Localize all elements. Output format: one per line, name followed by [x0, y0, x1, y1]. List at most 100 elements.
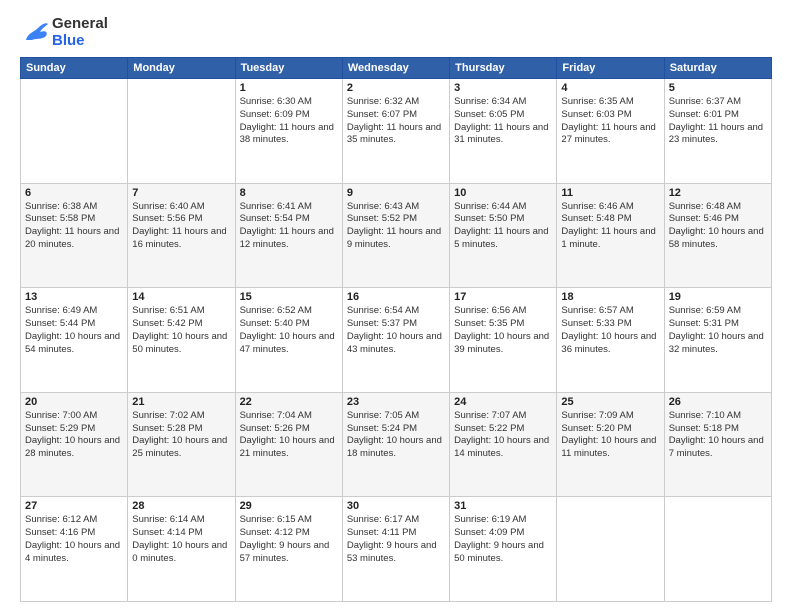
calendar-cell: 28 Sunrise: 6:14 AMSunset: 4:14 PMDayligh… [128, 497, 235, 602]
day-number: 12 [669, 187, 767, 199]
day-number: 2 [347, 82, 445, 94]
day-detail: Sunrise: 7:09 AMSunset: 5:20 PMDaylight:… [561, 410, 659, 461]
calendar-cell: 16 Sunrise: 6:54 AMSunset: 5:37 PMDayligh… [342, 288, 449, 393]
day-number: 21 [132, 396, 230, 408]
day-detail: Sunrise: 6:12 AMSunset: 4:16 PMDaylight:… [25, 514, 123, 565]
calendar-cell [664, 497, 771, 602]
calendar-day-header: Wednesday [342, 58, 449, 79]
day-detail: Sunrise: 6:48 AMSunset: 5:46 PMDaylight:… [669, 201, 767, 252]
day-number: 22 [240, 396, 338, 408]
calendar-cell: 9 Sunrise: 6:43 AMSunset: 5:52 PMDaylight… [342, 183, 449, 288]
calendar-day-header: Friday [557, 58, 664, 79]
calendar-cell: 29 Sunrise: 6:15 AMSunset: 4:12 PMDayligh… [235, 497, 342, 602]
calendar-cell: 23 Sunrise: 7:05 AMSunset: 5:24 PMDayligh… [342, 392, 449, 497]
calendar-header-row: SundayMondayTuesdayWednesdayThursdayFrid… [21, 58, 772, 79]
day-detail: Sunrise: 6:56 AMSunset: 5:35 PMDaylight:… [454, 305, 552, 356]
calendar-week-row: 13Sunrise: 6:49 AMSunset: 5:44 PMDayligh… [21, 288, 772, 393]
day-number: 5 [669, 82, 767, 94]
calendar-cell: 3 Sunrise: 6:34 AMSunset: 6:05 PMDaylight… [450, 79, 557, 184]
day-detail: Sunrise: 6:49 AMSunset: 5:44 PMDaylight:… [25, 305, 123, 356]
day-number: 30 [347, 500, 445, 512]
calendar-week-row: 27Sunrise: 6:12 AMSunset: 4:16 PMDayligh… [21, 497, 772, 602]
calendar-cell: 10 Sunrise: 6:44 AMSunset: 5:50 PMDayligh… [450, 183, 557, 288]
calendar-cell [557, 497, 664, 602]
day-number: 26 [669, 396, 767, 408]
calendar-cell: 19 Sunrise: 6:59 AMSunset: 5:31 PMDayligh… [664, 288, 771, 393]
calendar-cell: 31Sunrise: 6:19 AMSunset: 4:09 PMDayligh… [450, 497, 557, 602]
day-detail: Sunrise: 6:35 AMSunset: 6:03 PMDaylight:… [561, 96, 659, 147]
header: General Blue [20, 16, 772, 49]
calendar-cell: 7 Sunrise: 6:40 AMSunset: 5:56 PMDaylight… [128, 183, 235, 288]
calendar-cell: 17 Sunrise: 6:56 AMSunset: 5:35 PMDayligh… [450, 288, 557, 393]
day-number: 10 [454, 187, 552, 199]
day-number: 24 [454, 396, 552, 408]
day-number: 9 [347, 187, 445, 199]
calendar-cell [128, 79, 235, 184]
day-number: 16 [347, 291, 445, 303]
day-number: 11 [561, 187, 659, 199]
day-number: 6 [25, 187, 123, 199]
calendar-cell: 25 Sunrise: 7:09 AMSunset: 5:20 PMDayligh… [557, 392, 664, 497]
day-number: 25 [561, 396, 659, 408]
calendar-day-header: Saturday [664, 58, 771, 79]
day-detail: Sunrise: 7:10 AMSunset: 5:18 PMDaylight:… [669, 410, 767, 461]
day-number: 29 [240, 500, 338, 512]
calendar-cell: 2 Sunrise: 6:32 AMSunset: 6:07 PMDaylight… [342, 79, 449, 184]
day-detail: Sunrise: 6:30 AMSunset: 6:09 PMDaylight:… [240, 96, 338, 147]
calendar-cell: 15 Sunrise: 6:52 AMSunset: 5:40 PMDayligh… [235, 288, 342, 393]
day-number: 1 [240, 82, 338, 94]
day-detail: Sunrise: 7:00 AMSunset: 5:29 PMDaylight:… [25, 410, 123, 461]
day-number: 15 [240, 291, 338, 303]
day-number: 7 [132, 187, 230, 199]
day-detail: Sunrise: 6:43 AMSunset: 5:52 PMDaylight:… [347, 201, 445, 252]
day-number: 14 [132, 291, 230, 303]
day-detail: Sunrise: 6:46 AMSunset: 5:48 PMDaylight:… [561, 201, 659, 252]
calendar-cell: 5 Sunrise: 6:37 AMSunset: 6:01 PMDaylight… [664, 79, 771, 184]
day-detail: Sunrise: 6:54 AMSunset: 5:37 PMDaylight:… [347, 305, 445, 356]
day-number: 23 [347, 396, 445, 408]
day-detail: Sunrise: 6:15 AMSunset: 4:12 PMDaylight:… [240, 514, 338, 565]
calendar-cell: 27Sunrise: 6:12 AMSunset: 4:16 PMDayligh… [21, 497, 128, 602]
calendar-cell: 18Sunrise: 6:57 AMSunset: 5:33 PMDayligh… [557, 288, 664, 393]
day-detail: Sunrise: 6:44 AMSunset: 5:50 PMDaylight:… [454, 201, 552, 252]
day-detail: Sunrise: 7:02 AMSunset: 5:28 PMDaylight:… [132, 410, 230, 461]
day-detail: Sunrise: 6:40 AMSunset: 5:56 PMDaylight:… [132, 201, 230, 252]
calendar-cell [21, 79, 128, 184]
day-number: 18 [561, 291, 659, 303]
calendar-cell: 21 Sunrise: 7:02 AMSunset: 5:28 PMDayligh… [128, 392, 235, 497]
calendar-cell: 14 Sunrise: 6:51 AMSunset: 5:42 PMDayligh… [128, 288, 235, 393]
day-detail: Sunrise: 7:05 AMSunset: 5:24 PMDaylight:… [347, 410, 445, 461]
calendar-day-header: Monday [128, 58, 235, 79]
logo-bird-icon [20, 18, 50, 48]
calendar-week-row: 1 Sunrise: 6:30 AMSunset: 6:09 PMDaylight… [21, 79, 772, 184]
day-detail: Sunrise: 6:59 AMSunset: 5:31 PMDaylight:… [669, 305, 767, 356]
calendar-cell: 30 Sunrise: 6:17 AMSunset: 4:11 PMDayligh… [342, 497, 449, 602]
day-detail: Sunrise: 6:34 AMSunset: 6:05 PMDaylight:… [454, 96, 552, 147]
day-number: 8 [240, 187, 338, 199]
day-detail: Sunrise: 6:37 AMSunset: 6:01 PMDaylight:… [669, 96, 767, 147]
calendar-cell: 11 Sunrise: 6:46 AMSunset: 5:48 PMDayligh… [557, 183, 664, 288]
calendar-cell: 4Sunrise: 6:35 AMSunset: 6:03 PMDaylight… [557, 79, 664, 184]
day-detail: Sunrise: 6:38 AMSunset: 5:58 PMDaylight:… [25, 201, 123, 252]
calendar-cell: 1 Sunrise: 6:30 AMSunset: 6:09 PMDaylight… [235, 79, 342, 184]
calendar-table: SundayMondayTuesdayWednesdayThursdayFrid… [20, 57, 772, 602]
day-detail: Sunrise: 6:41 AMSunset: 5:54 PMDaylight:… [240, 201, 338, 252]
day-number: 19 [669, 291, 767, 303]
calendar-week-row: 6 Sunrise: 6:38 AMSunset: 5:58 PMDaylight… [21, 183, 772, 288]
day-number: 28 [132, 500, 230, 512]
calendar-cell: 20 Sunrise: 7:00 AMSunset: 5:29 PMDayligh… [21, 392, 128, 497]
day-detail: Sunrise: 7:07 AMSunset: 5:22 PMDaylight:… [454, 410, 552, 461]
day-number: 17 [454, 291, 552, 303]
day-number: 3 [454, 82, 552, 94]
day-detail: Sunrise: 6:51 AMSunset: 5:42 PMDaylight:… [132, 305, 230, 356]
calendar-day-header: Tuesday [235, 58, 342, 79]
day-number: 20 [25, 396, 123, 408]
calendar-cell: 26 Sunrise: 7:10 AMSunset: 5:18 PMDayligh… [664, 392, 771, 497]
day-detail: Sunrise: 7:04 AMSunset: 5:26 PMDaylight:… [240, 410, 338, 461]
day-detail: Sunrise: 6:17 AMSunset: 4:11 PMDaylight:… [347, 514, 445, 565]
day-detail: Sunrise: 6:32 AMSunset: 6:07 PMDaylight:… [347, 96, 445, 147]
day-detail: Sunrise: 6:14 AMSunset: 4:14 PMDaylight:… [132, 514, 230, 565]
calendar-day-header: Sunday [21, 58, 128, 79]
calendar-cell: 8 Sunrise: 6:41 AMSunset: 5:54 PMDaylight… [235, 183, 342, 288]
day-detail: Sunrise: 6:52 AMSunset: 5:40 PMDaylight:… [240, 305, 338, 356]
